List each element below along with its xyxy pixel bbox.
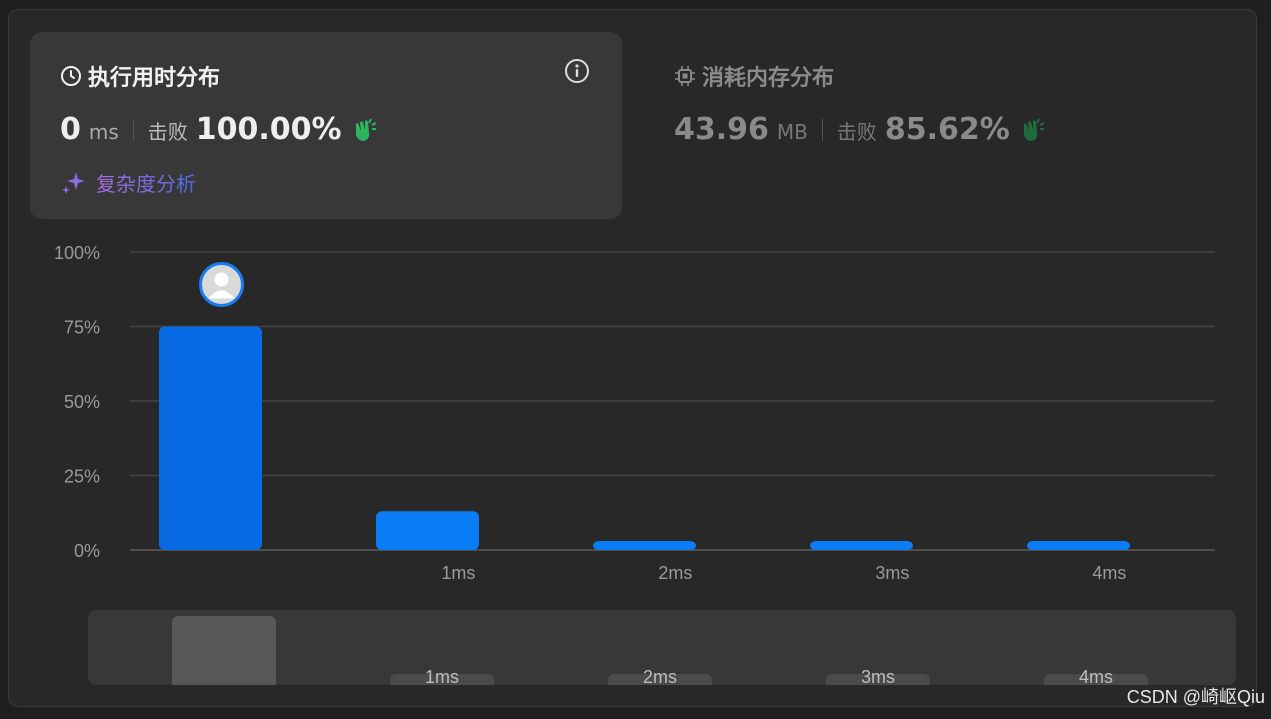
complexity-analysis-label: 复杂度分析 — [96, 168, 196, 197]
y-tick-label: 50% — [64, 392, 100, 412]
divider — [821, 118, 823, 141]
y-tick-label: 75% — [64, 318, 100, 338]
y-tick-label: 0% — [74, 541, 100, 561]
mini-bar — [172, 616, 276, 685]
divider — [132, 118, 134, 141]
x-tick-label: 1ms — [441, 563, 475, 583]
runtime-stat-row: 0 ms 击败 100.00% — [60, 112, 378, 147]
memory-stat-row: 43.96 MB 击败 85.62% — [674, 112, 1046, 147]
memory-title[interactable]: 消耗内存分布 — [674, 60, 834, 92]
runtime-distribution-chart: 100% 75% 50% 25% 0% 1ms 2ms 3ms 4ms — [54, 243, 1215, 583]
runtime-title-text: 执行用时分布 — [88, 66, 221, 91]
mini-tick-label: 2ms — [643, 667, 677, 685]
bar-1ms[interactable] — [376, 511, 479, 550]
runtime-unit: ms — [88, 120, 119, 144]
x-tick-label: 2ms — [658, 563, 692, 583]
mini-tick-label: 1ms — [425, 667, 459, 685]
x-tick-label: 4ms — [1092, 563, 1126, 583]
bar-0ms[interactable] — [159, 326, 262, 551]
watermark: CSDN @崎岖Qiu — [1126, 687, 1265, 707]
info-icon[interactable] — [563, 57, 591, 85]
runtime-title: 执行用时分布 — [60, 60, 220, 92]
memory-beat-label: 击败 — [836, 120, 877, 144]
mini-tick-label: 4ms — [1079, 667, 1113, 685]
avatar-icon — [199, 262, 244, 307]
memory-title-text: 消耗内存分布 — [702, 66, 835, 91]
bar-2ms[interactable] — [593, 541, 696, 550]
y-tick-label: 25% — [64, 467, 100, 487]
clap-icon — [1023, 118, 1045, 141]
runtime-beat-label: 击败 — [147, 120, 188, 144]
memory-beat-value: 85.62% — [884, 112, 1010, 147]
bar-4ms[interactable] — [1027, 541, 1130, 550]
complexity-analysis-link[interactable]: 复杂度分析 — [60, 168, 196, 197]
runtime-value: 0 — [60, 112, 81, 147]
clock-icon — [61, 66, 81, 86]
sparkle-icon — [62, 171, 85, 194]
memory-value: 43.96 — [674, 112, 769, 147]
chart-range-navigator[interactable]: 1ms 2ms 3ms 4ms — [88, 610, 1236, 685]
y-tick-label: 100% — [54, 243, 100, 263]
bar-3ms[interactable] — [810, 541, 913, 550]
runtime-beat-value: 100.00% — [195, 112, 342, 147]
x-tick-label: 3ms — [875, 563, 909, 583]
mini-tick-label: 3ms — [861, 667, 895, 685]
mini-chart: 1ms 2ms 3ms 4ms — [172, 616, 1148, 685]
memory-unit: MB — [776, 120, 808, 144]
chip-icon — [675, 66, 695, 86]
clap-icon — [355, 118, 377, 141]
